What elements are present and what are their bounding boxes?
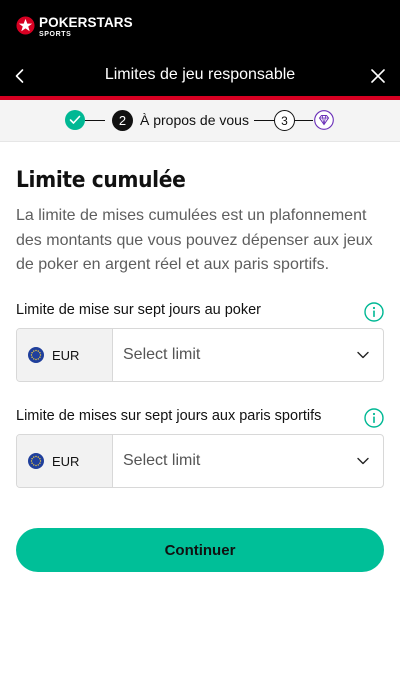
step-current-label: À propos de vous [140, 112, 249, 128]
logo-text: POKERSTARS SPORTS [39, 16, 133, 38]
sports-limit-select[interactable]: EUR Select limit [16, 434, 384, 488]
poker-limit-label: Limite de mise sur sept jours au poker [16, 302, 261, 318]
eu-flag-icon [28, 453, 44, 469]
logo-brand-name: POKERSTARS [39, 15, 133, 30]
progress-stepper: 2 À propos de vous 3 [0, 100, 400, 142]
close-icon [371, 69, 385, 83]
section-title: Limite cumulée [16, 168, 186, 193]
info-icon[interactable] [364, 408, 384, 428]
chevron-down-icon [357, 457, 369, 465]
close-button[interactable] [364, 62, 392, 90]
step-completed [65, 110, 85, 130]
logo-brand-sub: SPORTS [39, 30, 72, 38]
step-connector [85, 120, 105, 121]
top-bar: POKERSTARS SPORTS Limites de jeu respons… [0, 0, 400, 100]
poker-limit-select[interactable]: EUR Select limit [16, 328, 384, 382]
step-current: 2 [112, 110, 133, 131]
info-icon[interactable] [364, 302, 384, 322]
step-connector [295, 120, 313, 121]
pokerstars-star-logo-icon [16, 16, 35, 35]
header-nav: Limites de jeu responsable [0, 56, 400, 96]
select-placeholder: Select limit [123, 346, 201, 363]
select-placeholder: Select limit [123, 452, 201, 469]
currency-selector: EUR [17, 435, 113, 487]
back-button[interactable] [6, 62, 34, 90]
sports-limit-label: Limite de mises sur sept jours aux paris… [16, 408, 322, 424]
continue-button[interactable]: Continuer [16, 528, 384, 572]
step-upcoming: 3 [274, 110, 295, 131]
diamond-icon [314, 110, 334, 130]
currency-selector: EUR [17, 329, 113, 381]
pokerstars-sports-logo[interactable]: POKERSTARS SPORTS [16, 16, 133, 38]
dropdown-toggle[interactable] [343, 329, 383, 381]
chevron-left-icon [15, 69, 24, 83]
chevron-down-icon [357, 351, 369, 359]
step-connector [254, 120, 274, 121]
currency-code: EUR [52, 453, 80, 469]
eu-flag-icon [28, 347, 44, 363]
section-description: La limite de mises cumulées est un plafo… [16, 207, 373, 273]
page-title: Limites de jeu responsable [104, 66, 296, 83]
check-icon [69, 115, 81, 124]
currency-code: EUR [52, 347, 80, 363]
dropdown-toggle[interactable] [343, 435, 383, 487]
